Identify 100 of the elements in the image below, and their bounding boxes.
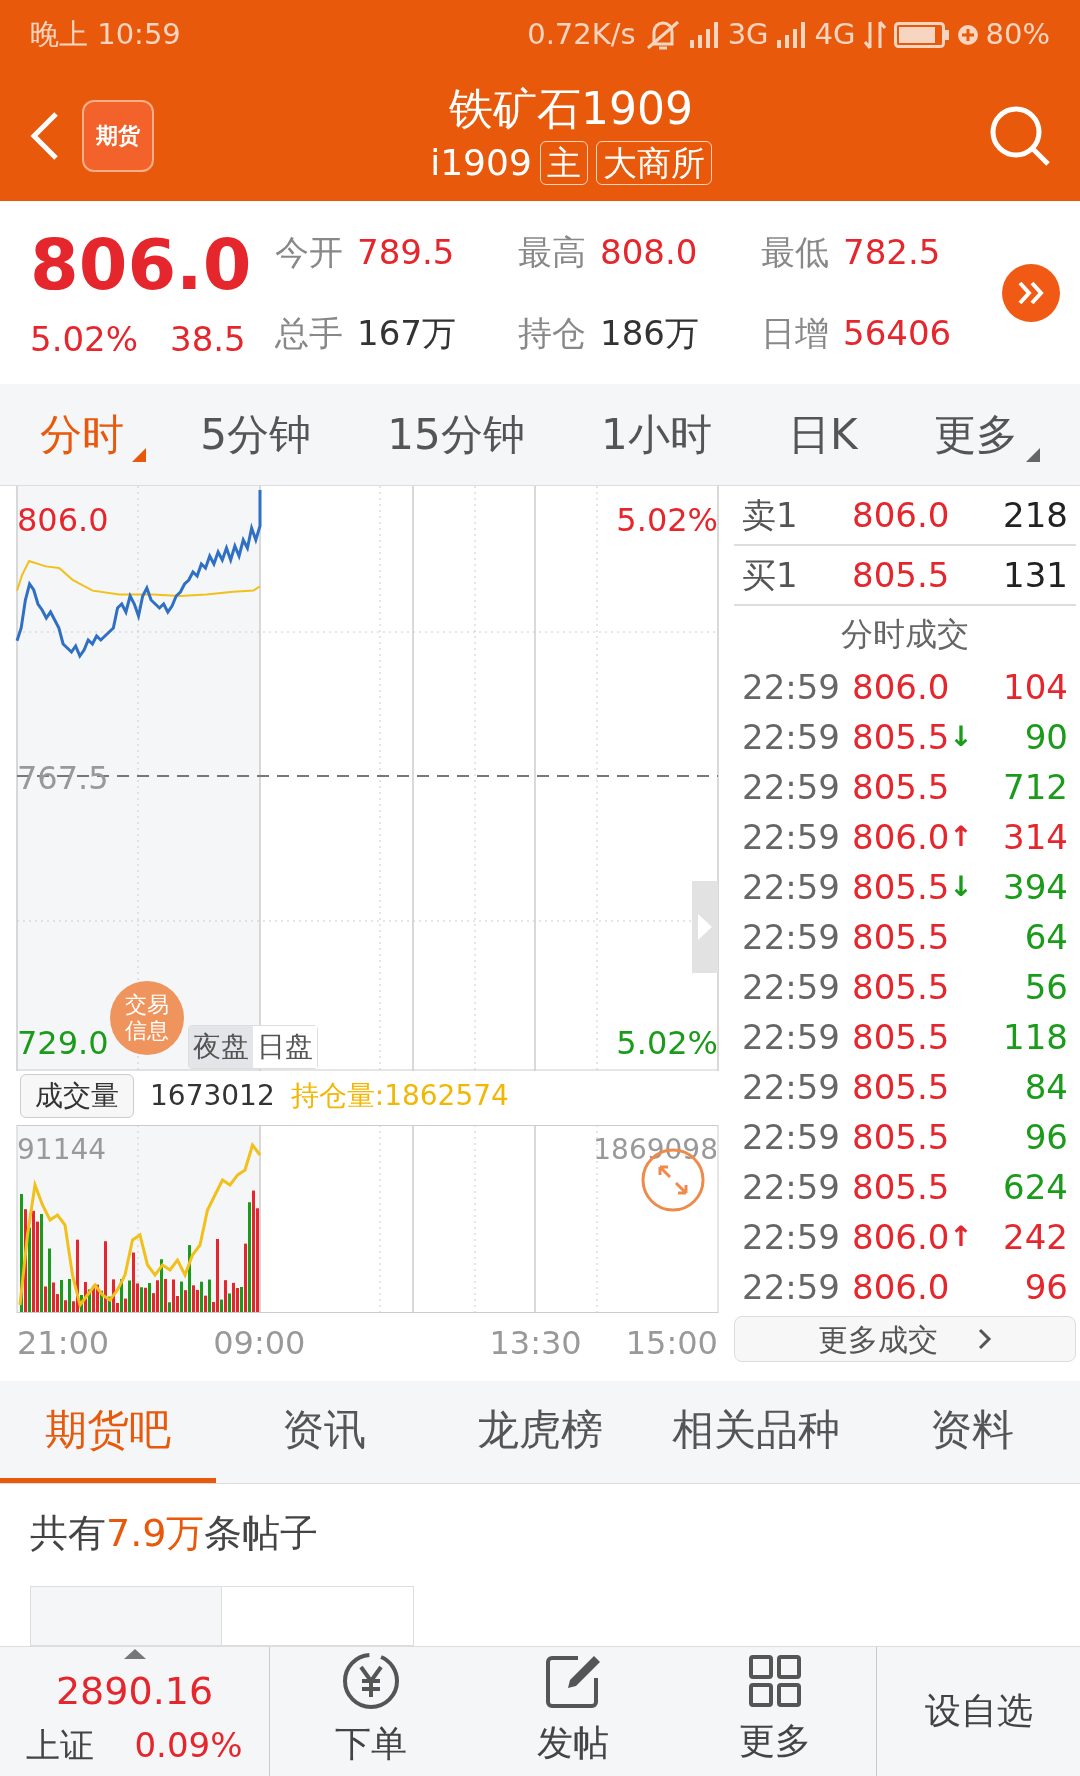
trade-price: 806.0 <box>852 665 950 709</box>
action-button[interactable]: 下单 <box>270 1646 472 1776</box>
axis-high-percent: 5.02% <box>616 500 718 542</box>
stat-label: 今开 <box>275 230 343 274</box>
time-label: 13:30 <box>489 1323 582 1365</box>
trade-direction: ↑ <box>949 819 973 856</box>
period-tab[interactable]: 5分钟 <box>200 403 334 467</box>
axis-low-percent: 5.02% <box>616 1023 718 1065</box>
price-change: 38.5 <box>170 318 246 362</box>
stat-value: 56406 <box>843 311 952 355</box>
trade-time: 22:59 <box>742 915 841 959</box>
stat-value: 186万 <box>600 311 699 355</box>
index-name: 上证 <box>26 1724 95 1768</box>
trade-time: 22:59 <box>742 1215 841 1259</box>
more-trades-button[interactable]: 更多成交 <box>734 1316 1076 1363</box>
action-button[interactable]: 发帖 <box>472 1646 674 1776</box>
trade-quantity: 242 <box>1003 1215 1068 1259</box>
contract-tag: 大商所 <box>595 140 712 185</box>
trade-quantity: 624 <box>1003 1165 1068 1209</box>
index-change: 0.09% <box>134 1724 243 1768</box>
trade-price: 805.5 <box>852 1015 950 1059</box>
session-toggle[interactable]: 夜盘 <box>189 1026 253 1069</box>
session-toggle[interactable]: 日盘 <box>253 1026 317 1069</box>
trade-time: 22:59 <box>742 1065 841 1109</box>
trade-time: 22:59 <box>742 1265 841 1309</box>
trade-price: 806.0 <box>852 815 950 859</box>
trade-quantity: 64 <box>1024 915 1068 959</box>
trade-quantity: 96 <box>1024 1265 1068 1309</box>
trade-direction: ↓ <box>949 869 973 906</box>
order-quantity: 218 <box>1003 493 1068 537</box>
stat-value: 167万 <box>357 311 456 355</box>
stat-label: 日增 <box>761 311 829 355</box>
trade-price: 805.5 <box>852 965 950 1009</box>
app-logo: 期货 <box>82 99 154 172</box>
index-value: 2890.16 <box>55 1668 214 1716</box>
post-count: 共有7.9万条帖子 <box>30 1509 319 1557</box>
contract-title: 铁矿石1909 <box>449 81 693 136</box>
stat-label: 最高 <box>518 230 586 274</box>
trade-time: 22:59 <box>742 815 841 859</box>
order-quantity: 131 <box>1003 553 1068 597</box>
time-label: 21:00 <box>17 1323 110 1365</box>
period-tab[interactable]: 15分钟 <box>387 403 547 467</box>
trade-price: 805.5 <box>852 865 950 909</box>
stat-value: 782.5 <box>843 230 941 274</box>
trade-time: 22:59 <box>742 1015 841 1059</box>
time-label: 09:00 <box>213 1323 306 1365</box>
axis-high-price: 806.0 <box>17 500 109 542</box>
contract-tag: 主 <box>539 140 588 185</box>
trade-quantity: 314 <box>1003 815 1068 859</box>
stat-value: 789.5 <box>357 230 455 274</box>
order-price: 805.5 <box>852 553 950 597</box>
stat-value: 808.0 <box>600 230 698 274</box>
order-level: 卖1 <box>742 493 799 537</box>
trade-price: 805.5 <box>852 1065 950 1109</box>
trade-time: 22:59 <box>742 1165 841 1209</box>
content-tab[interactable]: 资讯 <box>216 1381 432 1484</box>
last-price: 806.0 <box>30 223 253 309</box>
contract-code: i1909 <box>430 140 532 185</box>
content-tab[interactable]: 龙虎榜 <box>432 1381 648 1484</box>
trade-time: 22:59 <box>742 1115 841 1159</box>
trade-quantity: 118 <box>1003 1015 1068 1059</box>
add-watchlist-button[interactable]: 设自选 <box>876 1646 1080 1776</box>
trade-time: 22:59 <box>742 715 841 759</box>
volume-value: 1673012 <box>150 1078 275 1115</box>
trade-quantity: 394 <box>1003 865 1068 909</box>
trade-price: 806.0 <box>852 1265 950 1309</box>
trade-quantity: 84 <box>1024 1065 1068 1109</box>
network-speed: 0.72K/s <box>527 16 636 54</box>
period-tab[interactable]: 更多 <box>933 403 1040 467</box>
trade-price: 805.5 <box>852 715 950 759</box>
trade-direction: ↑ <box>949 1219 973 1256</box>
stat-label: 最低 <box>761 230 829 274</box>
content-tab[interactable]: 相关品种 <box>648 1381 864 1484</box>
period-tab[interactable]: 1小时 <box>601 403 734 467</box>
stat-label: 总手 <box>275 311 343 355</box>
action-button[interactable]: 更多 <box>674 1646 876 1776</box>
axis-max-open-interest: 1869098 <box>593 1132 718 1169</box>
time-label: 15:00 <box>625 1323 718 1365</box>
order-price: 806.0 <box>852 493 950 537</box>
battery-level: 80% <box>985 16 1050 54</box>
axis-max-volume: 91144 <box>17 1132 107 1169</box>
trade-time: 22:59 <box>742 865 841 909</box>
period-tab[interactable]: 日K <box>788 403 880 467</box>
trade-quantity: 104 <box>1003 665 1068 709</box>
trades-heading: 分时成交 <box>840 614 970 656</box>
trade-quantity: 90 <box>1024 715 1068 759</box>
trade-quantity: 712 <box>1003 765 1068 809</box>
order-level: 买1 <box>742 553 799 597</box>
axis-low-price: 729.0 <box>17 1023 109 1065</box>
trade-time: 22:59 <box>742 965 841 1009</box>
trade-price: 805.5 <box>852 765 950 809</box>
trade-quantity: 96 <box>1024 1115 1068 1159</box>
volume-selector[interactable]: 成交量 <box>20 1074 134 1119</box>
trade-direction: ↓ <box>949 719 973 756</box>
trade-price: 806.0 <box>852 1215 950 1259</box>
trade-quantity: 56 <box>1024 965 1068 1009</box>
status-time: 晚上 10:59 <box>30 16 181 54</box>
change-percent: 5.02% <box>30 318 138 362</box>
trade-time: 22:59 <box>742 665 841 709</box>
content-tab[interactable]: 资料 <box>864 1381 1080 1484</box>
